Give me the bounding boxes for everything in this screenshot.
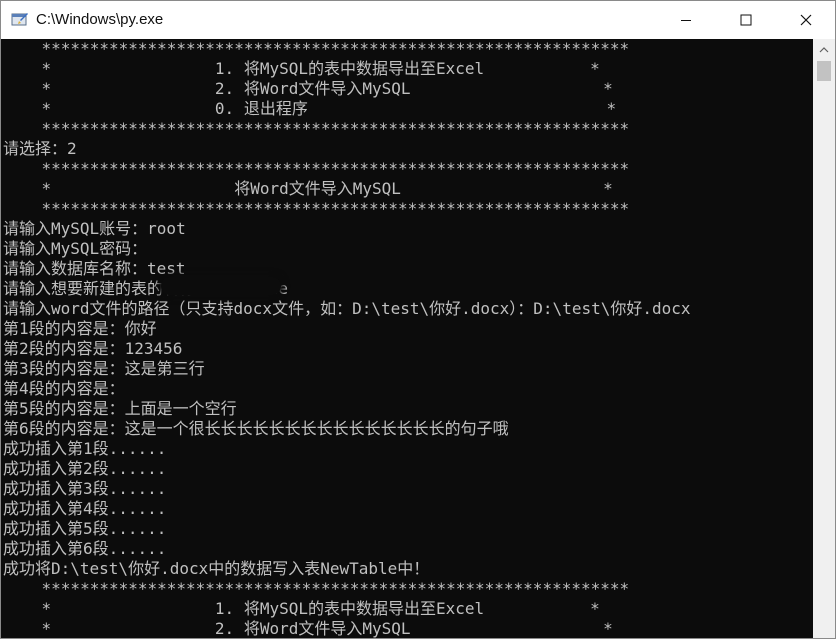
console-line: 成功将D:\test\你好.docx中的数据写入表NewTable中！ bbox=[3, 559, 430, 578]
console-line: 请输入数据库名称：test bbox=[3, 259, 186, 278]
console-window: C:\Windows\py.exe **********************… bbox=[0, 0, 836, 639]
console-line: 成功插入第4段...... bbox=[3, 499, 167, 518]
console-line: 请输入MySQL账号：root bbox=[3, 219, 186, 238]
console-line: 成功插入第3段...... bbox=[3, 479, 167, 498]
console-line: 成功插入第2段...... bbox=[3, 459, 167, 478]
console-line: 成功插入第5段...... bbox=[3, 519, 167, 538]
console-line: * 2. 将Word文件导入MySQL * bbox=[3, 79, 613, 98]
console-line: ****************************************… bbox=[3, 199, 630, 218]
arrow-up-icon bbox=[819, 47, 829, 53]
password-redaction bbox=[161, 277, 281, 295]
scrollbar-thumb[interactable] bbox=[817, 61, 831, 81]
console-line: 请输入word文件的路径（只支持docx文件，如：D:\test\你好.docx… bbox=[3, 299, 691, 318]
maximize-icon bbox=[740, 14, 752, 26]
python-app-icon bbox=[11, 13, 28, 26]
console-line: * 1. 将MySQL的表中数据导出至Excel * bbox=[3, 59, 600, 78]
console-output[interactable]: ****************************************… bbox=[1, 39, 813, 638]
maximize-button[interactable] bbox=[716, 1, 776, 39]
console-line: 成功插入第1段...... bbox=[3, 439, 167, 458]
title-bar[interactable]: C:\Windows\py.exe bbox=[1, 1, 835, 39]
console-line: * 1. 将MySQL的表中数据导出至Excel * bbox=[3, 599, 600, 618]
vertical-scrollbar[interactable] bbox=[813, 39, 835, 638]
console-line: 请选择：2 bbox=[3, 139, 77, 158]
console-line: ****************************************… bbox=[3, 159, 630, 178]
minimize-icon bbox=[681, 20, 691, 21]
scroll-up-button[interactable] bbox=[813, 39, 835, 61]
console-line: * 0. 退出程序 * bbox=[3, 99, 617, 118]
close-button[interactable] bbox=[776, 1, 835, 39]
console-line: * 2. 将Word文件导入MySQL * bbox=[3, 619, 613, 638]
console-line: ****************************************… bbox=[3, 119, 630, 138]
console-line: 第6段的内容是：这是一个很长长长长长长长长长长长长长长长的句子哦 bbox=[3, 419, 509, 438]
minimize-button[interactable] bbox=[656, 1, 716, 39]
console-line: * 将Word文件导入MySQL * bbox=[3, 179, 613, 198]
console-line: 第3段的内容是：这是第三行 bbox=[3, 359, 205, 378]
console-line: 第1段的内容是：你好 bbox=[3, 319, 157, 338]
console-line: ****************************************… bbox=[3, 579, 630, 598]
console-line: 第5段的内容是：上面是一个空行 bbox=[3, 399, 237, 418]
console-line: 第4段的内容是： bbox=[3, 379, 125, 398]
console-line: 请输入MySQL密码： bbox=[3, 239, 148, 258]
console-line: 第2段的内容是：123456 bbox=[3, 339, 183, 358]
window-title: C:\Windows\py.exe bbox=[36, 11, 164, 28]
console-line: 成功插入第6段...... bbox=[3, 539, 167, 558]
close-icon bbox=[800, 14, 812, 26]
console-line: ****************************************… bbox=[3, 39, 630, 58]
